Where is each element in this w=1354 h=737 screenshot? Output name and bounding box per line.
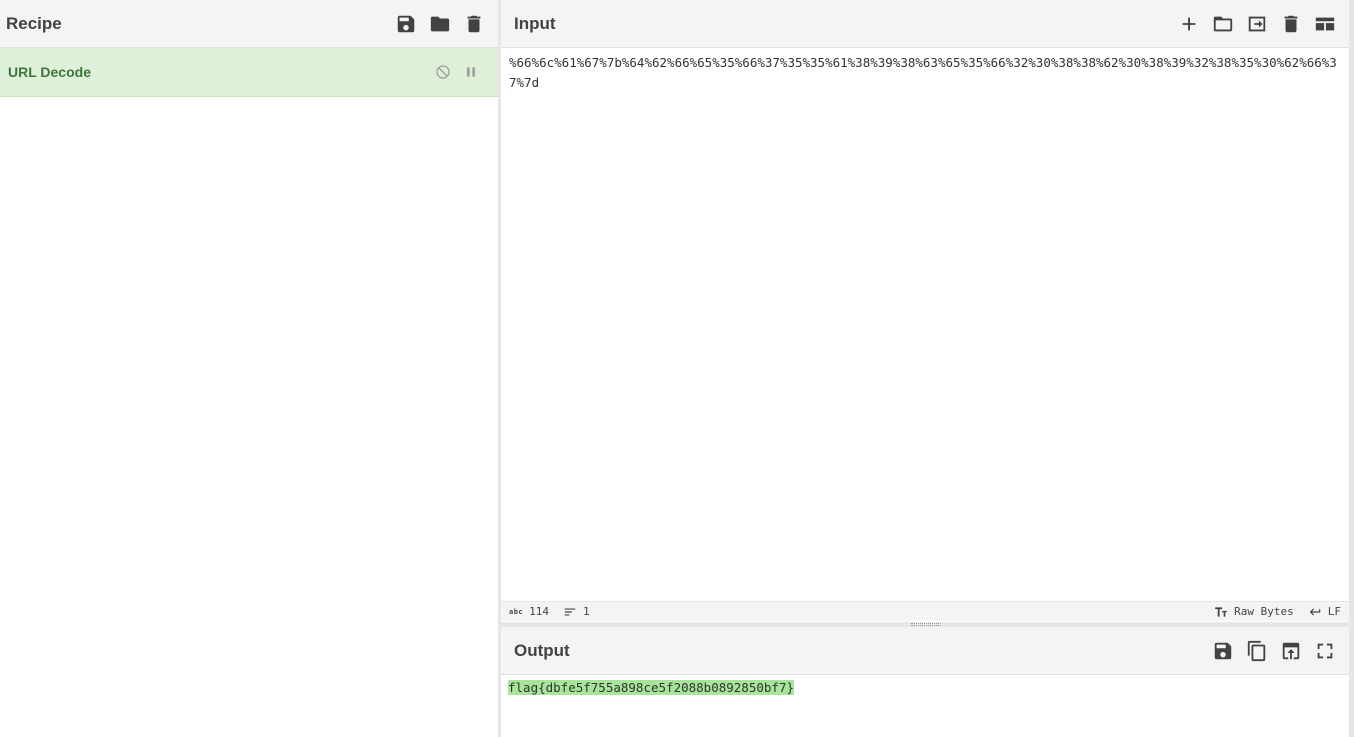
open-folder-icon[interactable]	[1211, 12, 1235, 36]
encoding-selector[interactable]: Raw Bytes	[1214, 605, 1294, 619]
lines-icon	[564, 608, 576, 615]
eol-label: LF	[1327, 605, 1341, 618]
input-lines: 1	[583, 605, 590, 618]
encoding-label: Raw Bytes	[1234, 605, 1294, 618]
lines-status: 1	[563, 605, 590, 619]
return-arrow-icon	[1309, 608, 1320, 615]
right-edge-border	[1349, 0, 1354, 737]
save-output-icon[interactable]	[1211, 639, 1235, 663]
save-recipe-icon[interactable]	[394, 12, 418, 36]
disable-operation-icon[interactable]	[434, 63, 452, 81]
operation-url-decode[interactable]: URL Decode	[0, 48, 498, 97]
input-toolbar	[1177, 12, 1337, 36]
operation-controls	[434, 63, 480, 81]
recipe-header: Recipe	[0, 0, 498, 48]
reset-layout-icon[interactable]	[1313, 12, 1337, 36]
output-toolbar	[1211, 639, 1337, 663]
pause-operation-icon[interactable]	[462, 63, 480, 81]
output-area[interactable]: flag{dbfe5f755a898ce5f2088b0892850bf7}	[501, 675, 1349, 701]
resize-grip[interactable]	[911, 623, 941, 626]
input-length: 114	[529, 605, 550, 618]
input-header: Input	[501, 0, 1349, 48]
recipe-title: Recipe	[6, 13, 62, 33]
output-panel: Output flag{dbfe5f755a898ce5f2088b089285…	[501, 627, 1349, 737]
output-title: Output	[514, 640, 570, 660]
input-panel: Input %66%6c%61%67%7b%64%62%66%65%35%66%…	[501, 0, 1349, 622]
recipe-toolbar	[394, 12, 486, 36]
clear-input-trash-icon[interactable]	[1279, 12, 1303, 36]
abc-icon: abc	[509, 607, 524, 616]
operation-name: URL Decode	[8, 64, 91, 80]
recipe-panel: Recipe URL Decode	[0, 0, 498, 737]
cyberchef-app: Recipe URL Decode Input %66%6c%61%67%7b%…	[0, 0, 1354, 737]
load-recipe-folder-icon[interactable]	[428, 12, 452, 36]
status-left: abc 114 1	[509, 605, 590, 619]
input-title: Input	[514, 13, 556, 33]
text-size-icon	[1215, 606, 1227, 617]
replace-input-with-output-icon[interactable]	[1279, 639, 1303, 663]
input-text[interactable]: %66%6c%61%67%7b%64%62%66%65%35%66%37%35%…	[501, 48, 1349, 98]
input-textarea[interactable]: %66%6c%61%67%7b%64%62%66%65%35%66%37%35%…	[501, 48, 1349, 601]
length-status: abc 114	[509, 605, 549, 618]
output-text[interactable]: flag{dbfe5f755a898ce5f2088b0892850bf7}	[508, 680, 794, 695]
clear-recipe-trash-icon[interactable]	[462, 12, 486, 36]
open-file-input-icon[interactable]	[1245, 12, 1269, 36]
maximise-output-icon[interactable]	[1313, 639, 1337, 663]
add-input-tab-plus-icon[interactable]	[1177, 12, 1201, 36]
copy-output-icon[interactable]	[1245, 639, 1269, 663]
input-status-bar: abc 114 1 Raw Bytes LF	[501, 601, 1349, 621]
status-right: Raw Bytes LF	[1214, 605, 1341, 619]
output-header: Output	[501, 627, 1349, 675]
eol-selector[interactable]: LF	[1308, 605, 1341, 619]
